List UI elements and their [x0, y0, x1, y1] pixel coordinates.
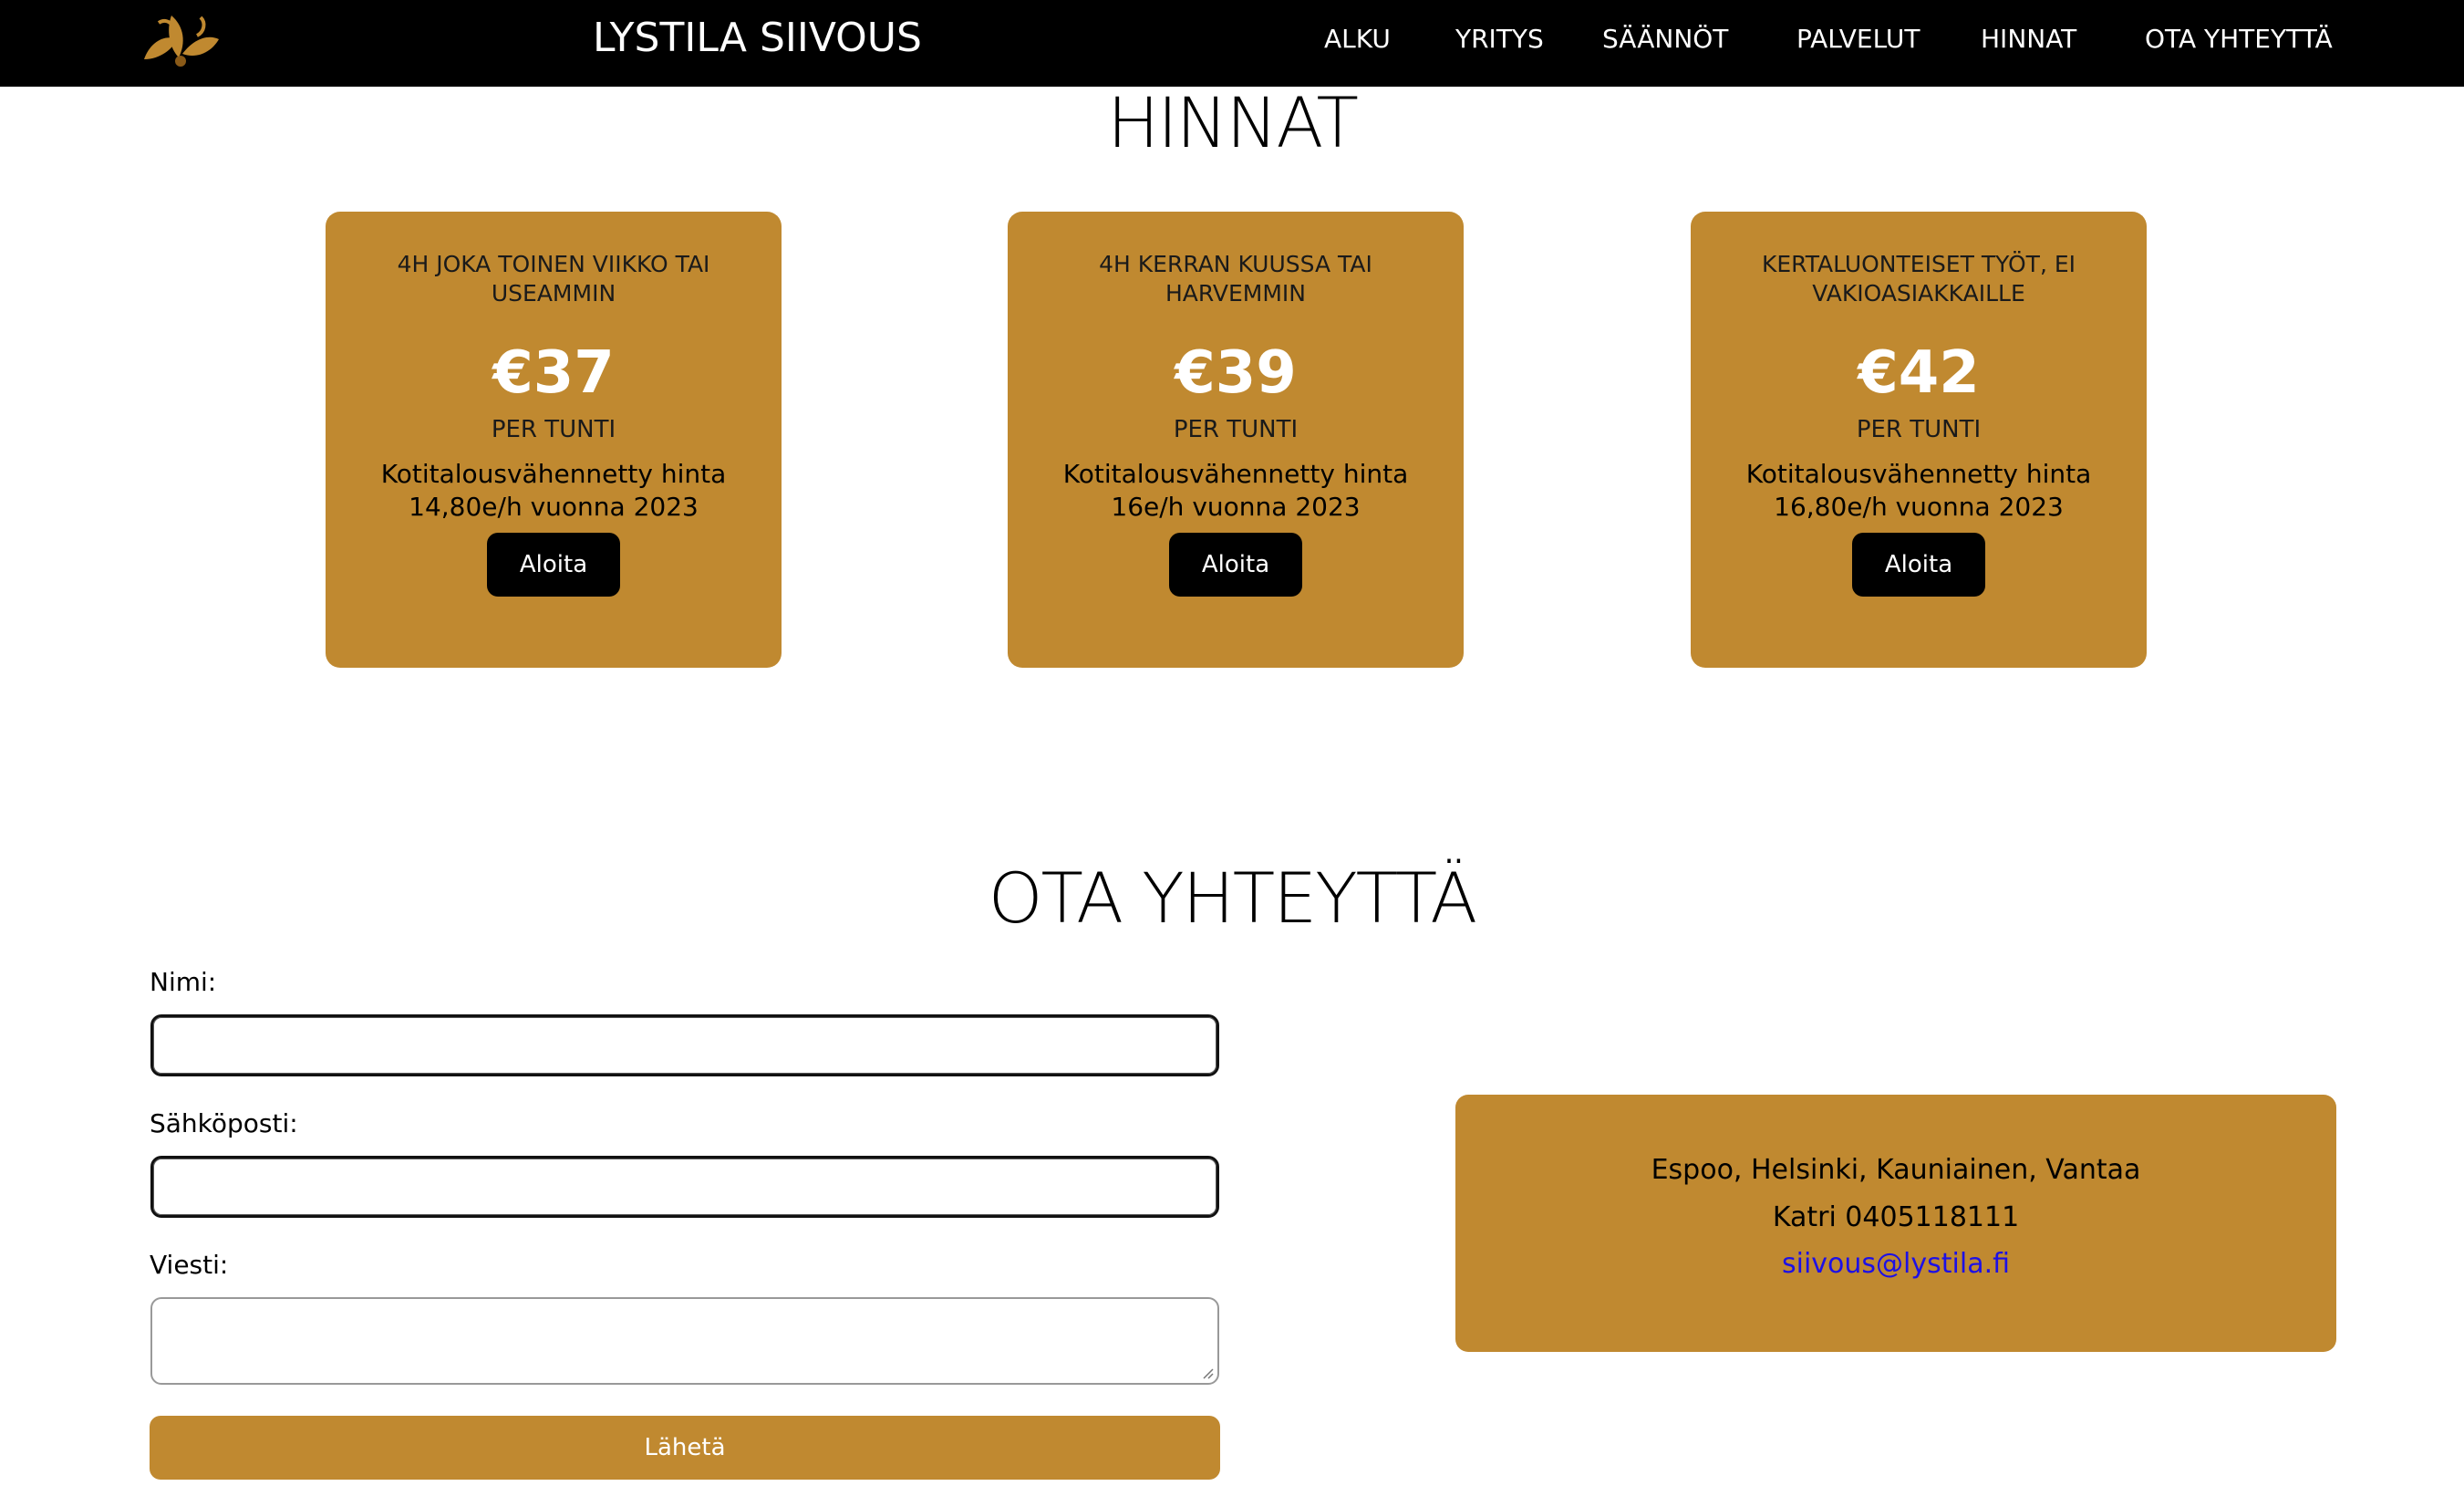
price-card-unit: PER TUNTI [1856, 416, 1982, 443]
contact-email-link[interactable]: siivous@lystila.fi [1455, 1248, 2336, 1280]
nav-item-alku[interactable]: ALKU [1324, 22, 1391, 57]
brand-title[interactable]: LYSTILA SIIVOUS [593, 13, 922, 64]
price-card-note: Kotitalousvähennetty hinta 14,80e/h vuon… [380, 459, 727, 522]
resize-grip-icon[interactable] [1201, 1366, 1214, 1379]
nav-item-palvelut[interactable]: PALVELUT [1796, 22, 1920, 57]
pricing-section-title: HINNAT [1107, 82, 1359, 163]
email-input[interactable] [150, 1156, 1219, 1218]
nav-item-ota-yhteytta[interactable]: OTA YHTEYTTÄ [2145, 22, 2333, 57]
price-card-price: €42 [1858, 339, 1980, 407]
email-label: Sähköposti: [150, 1108, 298, 1138]
price-card-unit: PER TUNTI [491, 416, 616, 443]
start-button[interactable]: Aloita [1169, 533, 1302, 597]
price-card-note: Kotitalousvähennetty hinta 16,80e/h vuon… [1745, 459, 2092, 522]
submit-button[interactable]: Lähetä [150, 1416, 1220, 1480]
price-card-description: 4H KERRAN KUUSSA TAI HARVEMMIN [1099, 251, 1372, 307]
nav-item-saannot[interactable]: SÄÄNNÖT [1602, 22, 1728, 57]
start-button[interactable]: Aloita [487, 533, 620, 597]
price-card-unit: PER TUNTI [1173, 416, 1299, 443]
price-card-description: KERTALUONTEISET TYÖT, EI VAKIOASIAKKAILL… [1761, 251, 2076, 307]
start-button[interactable]: Aloita [1852, 533, 1985, 597]
leaf-ornament-icon[interactable] [137, 6, 224, 72]
nav-item-hinnat[interactable]: HINNAT [1981, 22, 2076, 57]
name-label: Nimi: [150, 967, 217, 997]
contact-section-title: OTA YHTEYTTÄ [988, 857, 1478, 939]
contact-info-box: Espoo, Helsinki, Kauniainen, Vantaa Katr… [1455, 1095, 2336, 1352]
message-textarea[interactable] [150, 1297, 1219, 1385]
top-navigation-bar: LYSTILA SIIVOUS ALKU YRITYS SÄÄNNÖT PALV… [0, 0, 2464, 87]
price-card: 4H KERRAN KUUSSA TAI HARVEMMIN €39 PER T… [1008, 212, 1464, 668]
price-card-note: Kotitalousvähennetty hinta 16e/h vuonna … [1062, 459, 1409, 522]
price-card: 4H JOKA TOINEN VIIKKO TAI USEAMMIN €37 P… [326, 212, 782, 668]
message-label: Viesti: [150, 1250, 229, 1280]
price-card-description: 4H JOKA TOINEN VIIKKO TAI USEAMMIN [397, 251, 710, 307]
nav-item-yritys[interactable]: YRITYS [1455, 22, 1544, 57]
service-areas: Espoo, Helsinki, Kauniainen, Vantaa [1651, 1154, 2141, 1186]
price-card-price: €37 [492, 339, 615, 407]
contact-phone: Katri 0405118111 [1772, 1201, 2020, 1233]
price-card: KERTALUONTEISET TYÖT, EI VAKIOASIAKKAILL… [1691, 212, 2147, 668]
name-input[interactable] [150, 1014, 1219, 1076]
price-card-price: €39 [1175, 339, 1297, 407]
